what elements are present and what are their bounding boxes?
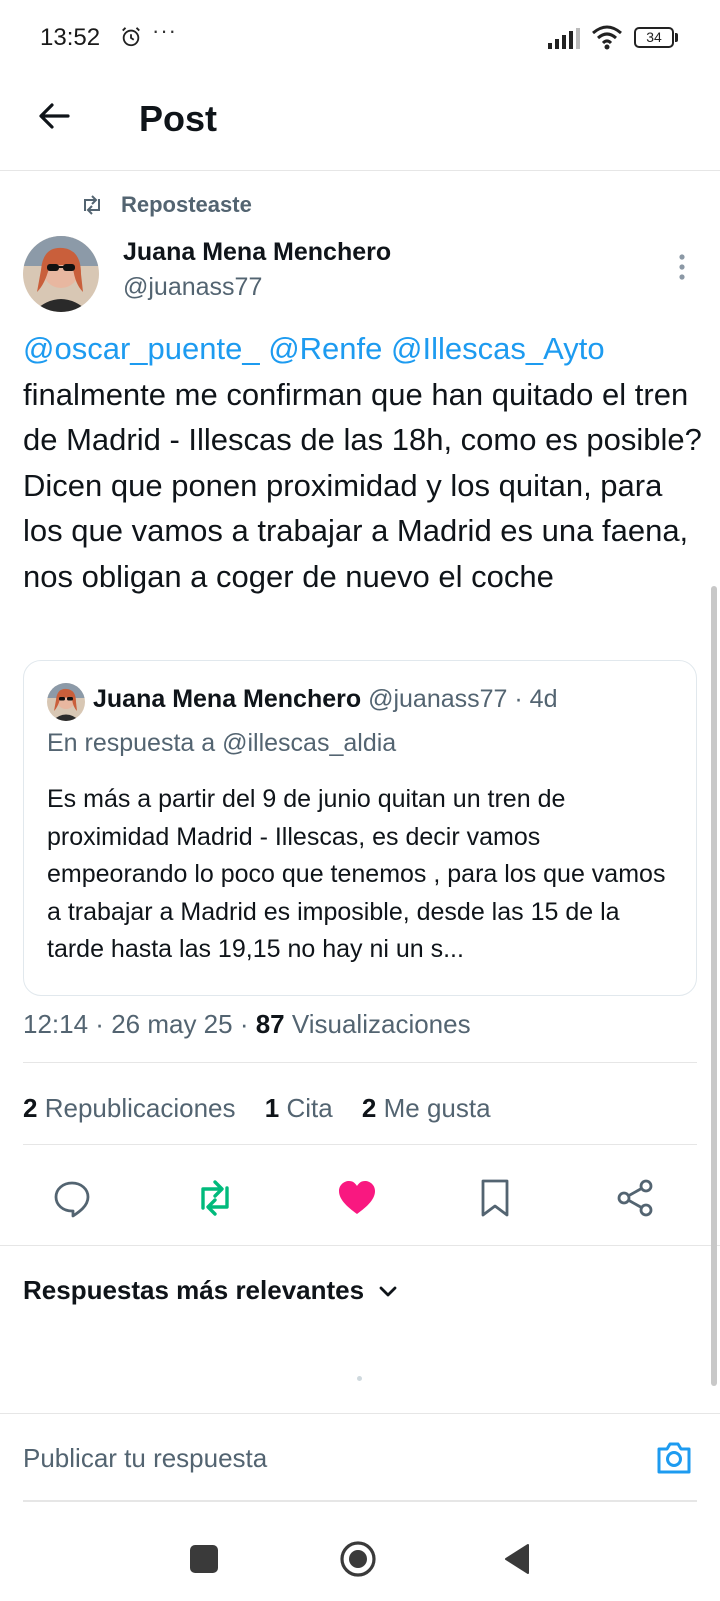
mention-link[interactable]: @Illescas_Ayto: [391, 331, 605, 366]
reposted-label: Reposteaste: [121, 192, 252, 217]
more-notifications-icon: ···: [152, 18, 177, 43]
author-name[interactable]: Juana Mena Menchero: [123, 238, 391, 267]
tweet-metadata: 12:14 · 26 may 25 · 87 Visualizaciones: [23, 1009, 471, 1040]
quotes-label: Cita: [286, 1093, 333, 1123]
views-count: 87: [255, 1009, 285, 1039]
meta-separator: ·: [88, 1009, 112, 1039]
reply-input[interactable]: [23, 1414, 623, 1502]
quotes-stat[interactable]: 1 Cita: [265, 1093, 333, 1123]
meta-separator: ·: [232, 1009, 256, 1039]
quoted-author-handle: @juanass77: [368, 685, 508, 713]
quoted-age: 4d: [529, 685, 558, 713]
quoted-header: Juana Mena Menchero @juanass77 · 4d: [93, 685, 557, 714]
more-options-icon[interactable]: [668, 252, 696, 282]
reposts-stat[interactable]: 2 Republicaciones: [23, 1093, 236, 1123]
tweet-date: 26 may 25: [111, 1009, 233, 1039]
status-time: 13:52: [40, 24, 101, 51]
status-bar: 13:52 ··· 34: [0, 0, 720, 76]
reply-composer: [0, 1413, 720, 1503]
battery-tip: [675, 33, 678, 42]
replies-sort-label: Respuestas más relevantes: [23, 1275, 365, 1305]
recent-apps-button[interactable]: [190, 1545, 218, 1573]
scrollbar[interactable]: [711, 586, 717, 1386]
mention-link[interactable]: @Renfe: [268, 331, 382, 366]
views-label: Visualizaciones: [291, 1009, 471, 1039]
tweet-time: 12:14: [23, 1009, 89, 1039]
repost-icon[interactable]: [195, 1178, 235, 1218]
replies-sort-toggle[interactable]: Respuestas más relevantes: [23, 1275, 400, 1306]
tweet-text: @oscar_puente_ @Renfe @Illescas_Ayto fin…: [23, 326, 703, 599]
battery-icon: 34: [634, 27, 674, 48]
quotes-count: 1: [264, 1093, 280, 1123]
system-back-button[interactable]: [502, 1542, 532, 1576]
divider: [23, 1144, 697, 1145]
mention-link[interactable]: @oscar_puente_: [23, 331, 260, 366]
heart-icon[interactable]: [337, 1178, 377, 1218]
author-avatar[interactable]: [23, 236, 99, 312]
loading-indicator: [357, 1376, 362, 1381]
likes-label: Me gusta: [383, 1093, 491, 1123]
engagement-stats: 2 Republicaciones 1 Cita 2 Me gusta: [23, 1093, 513, 1124]
alarm-icon: [122, 27, 140, 47]
chevron-down-icon: [379, 1286, 397, 1296]
page-title: Post: [139, 98, 218, 139]
bookmark-icon[interactable]: [475, 1178, 515, 1218]
share-icon[interactable]: [615, 1178, 655, 1218]
composer-underline: [23, 1500, 697, 1502]
tweet-body: finalmente me confirman que han quitado …: [23, 376, 702, 594]
reposts-label: Republicaciones: [44, 1093, 236, 1123]
author-handle[interactable]: @juanass77: [123, 273, 262, 302]
quoted-author-avatar: [47, 683, 85, 721]
top-app-bar: Post: [0, 76, 720, 171]
quoted-reply-context: En respuesta a @illescas_aldia: [47, 729, 397, 757]
signal-icon: [548, 28, 580, 49]
divider: [23, 1062, 697, 1063]
repost-icon: [84, 195, 100, 215]
likes-count: 2: [361, 1093, 377, 1123]
quoted-tweet-card[interactable]: Juana Mena Menchero @juanass77 · 4d En r…: [23, 660, 697, 996]
quoted-tweet-text: Es más a partir del 9 de junio quitan un…: [47, 785, 666, 963]
likes-stat[interactable]: 2 Me gusta: [362, 1093, 491, 1123]
reposted-indicator: Reposteaste: [80, 190, 252, 220]
reposts-count: 2: [23, 1093, 38, 1123]
reply-icon[interactable]: [52, 1178, 92, 1218]
wifi-icon: [592, 25, 622, 50]
divider: [0, 1245, 720, 1246]
camera-icon[interactable]: [655, 1440, 693, 1476]
home-button[interactable]: [339, 1540, 377, 1578]
quoted-author-name: Juana Mena Menchero: [93, 685, 362, 713]
quoted-separator: ·: [507, 685, 530, 713]
back-arrow-icon[interactable]: [34, 96, 74, 136]
